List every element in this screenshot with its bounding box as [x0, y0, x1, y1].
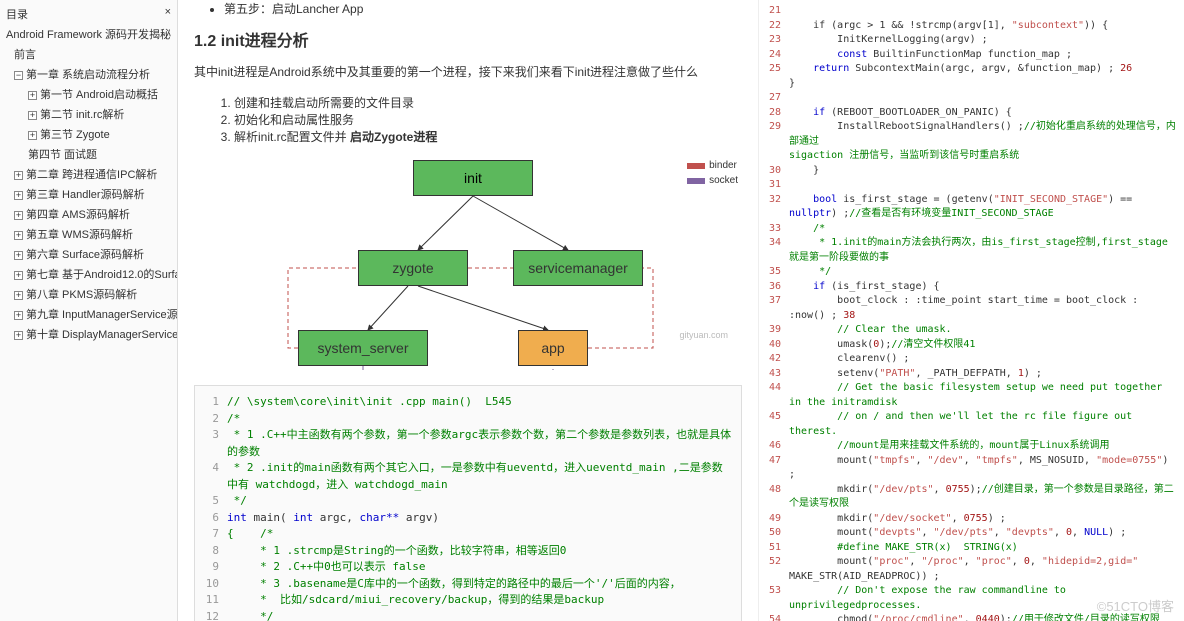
code-line: 40 umask(0);//清空文件权限41 [767, 338, 1176, 353]
diagram-node-init: init [413, 160, 533, 196]
toc-item[interactable]: +第六章 Surface源码解析 [6, 244, 175, 264]
code-line: 2/* [203, 411, 733, 428]
expand-icon[interactable]: + [14, 171, 23, 180]
toc-item[interactable]: +第五章 WMS源码解析 [6, 224, 175, 244]
bullet-step5: 第五步：启动Lancher App [224, 0, 742, 17]
expand-icon[interactable]: + [14, 251, 23, 260]
code-line: 11 * 比如/sdcard/miui_recovery/backup，得到的结… [203, 592, 733, 609]
toc-item[interactable]: −第一章 系统启动流程分析 [6, 64, 175, 84]
toc-item[interactable]: +第三节 Zygote [6, 124, 175, 144]
code-line: 39 // Clear the umask. [767, 323, 1176, 338]
code-line: 34 * 1.init的main方法会执行两次，由is_first_stage控… [767, 236, 1176, 265]
code-line: 48 mkdir("/dev/pts", 0755);//创建目录，第一个参数是… [767, 483, 1176, 512]
step-item: 解析init.rc配置文件并 启动Zygote进程 [234, 128, 742, 145]
code-line: 52 mount("proc", "/proc", "proc", 0, "hi… [767, 555, 1176, 570]
code-block-left: 1// \system\core\init\init .cpp main() L… [194, 385, 742, 621]
legend-item: binder [687, 160, 738, 171]
toc-item[interactable]: +第一节 Android启动概括 [6, 84, 175, 104]
diagram-legend: binder socket [687, 160, 738, 190]
toc-sidebar: 目录 × Android Framework 源码开发揭秘前言−第一章 系统启动… [0, 0, 178, 621]
toc-item[interactable]: +第八章 PKMS源码解析 [6, 284, 175, 304]
code-line: 36 if (is_first_stage) { [767, 280, 1176, 295]
code-line: 6int main( int argc, char** argv) [203, 510, 733, 527]
expand-icon[interactable]: + [14, 211, 23, 220]
code-line: 47 mount("tmpfs", "/dev", "tmpfs", MS_NO… [767, 454, 1176, 483]
code-line: 8 * 1 .strcmp是String的一个函数，比较字符串，相等返回0 [203, 543, 733, 560]
close-icon[interactable]: × [165, 6, 171, 22]
code-line: 37 boot_clock : :time_point start_time =… [767, 294, 1176, 323]
toc-item[interactable]: +第二节 init.rc解析 [6, 104, 175, 124]
code-line: 32 bool is_first_stage = (getenv("INIT_S… [767, 193, 1176, 222]
code-line: 27 [767, 91, 1176, 106]
steps-list: 创建和挂载启动所需要的文件目录初始化和启动属性服务解析init.rc配置文件并 … [194, 94, 742, 145]
toc-item[interactable]: +第十章 DisplayManagerService源码解析 [6, 324, 175, 344]
code-line: 31 [767, 178, 1176, 193]
intro-paragraph: 其中init进程是Android系统中及其重要的第一个进程，接下来我们来看下in… [194, 63, 742, 82]
diagram-node-systemserver: system_server [298, 330, 428, 366]
watermark: ©51CTO博客 [1097, 596, 1174, 615]
expand-icon[interactable]: + [14, 291, 23, 300]
code-line: 43 setenv("PATH", _PATH_DEFPATH, 1) ; [767, 367, 1176, 382]
toc-tree: Android Framework 源码开发揭秘前言−第一章 系统启动流程分析+… [2, 24, 175, 344]
code-line: 44 // Get the basic filesystem setup we … [767, 381, 1176, 410]
step-item: 创建和挂载启动所需要的文件目录 [234, 94, 742, 111]
code-line: 1// \system\core\init\init .cpp main() L… [203, 394, 733, 411]
code-line: 45 // on / and then we'll let the rc fil… [767, 410, 1176, 439]
code-line: 9 * 2 .C++中0也可以表示 false [203, 559, 733, 576]
code-line: 30 } [767, 164, 1176, 179]
code-line: 29 InstallRebootSignalHandlers() ;//初始化重… [767, 120, 1176, 149]
code-line: 5 */ [203, 493, 733, 510]
code-line: 10 * 3 .basename是C库中的一个函数，得到特定的路径中的最后一个'… [203, 576, 733, 593]
code-line: 25 return SubcontextMain(argc, argv, &fu… [767, 62, 1176, 91]
code-line: 49 mkdir("/dev/socket", 0755) ; [767, 512, 1176, 527]
code-line: 51 #define MAKE_STR(x) STRING(x) [767, 541, 1176, 556]
code-line: 42 clearenv() ; [767, 352, 1176, 367]
toc-item[interactable]: +第二章 跨进程通信IPC解析 [6, 164, 175, 184]
code-line: 4 * 2 .init的main函数有两个其它入口，一是参数中有ueventd，… [203, 460, 733, 493]
diagram-node-zygote: zygote [358, 250, 468, 286]
step-item: 初始化和启动属性服务 [234, 111, 742, 128]
expand-icon[interactable]: + [14, 271, 23, 280]
code-line: 12 */ [203, 609, 733, 621]
expand-icon[interactable]: + [28, 91, 37, 100]
code-line: 3 * 1 .C++中主函数有两个参数，第一个参数argc表示参数个数，第二个参… [203, 427, 733, 460]
toc-item[interactable]: 前言 [6, 44, 175, 64]
code-line: 22 if (argc > 1 && !strcmp(argv[1], "sub… [767, 19, 1176, 34]
code-line: 50 mount("devpts", "/dev/pts", "devpts",… [767, 526, 1176, 541]
code-line: 21 [767, 4, 1176, 19]
toc-item[interactable]: +第三章 Handler源码解析 [6, 184, 175, 204]
toc-item[interactable]: 第四节 面试题 [6, 144, 175, 164]
toc-item[interactable]: +第四章 AMS源码解析 [6, 204, 175, 224]
legend-item: socket [687, 175, 738, 186]
architecture-diagram: init zygote servicemanager system_server… [258, 160, 678, 370]
expand-icon[interactable]: + [14, 311, 23, 320]
section-heading: 1.2 init进程分析 [194, 27, 742, 51]
toc-item[interactable]: +第九章 InputManagerService源码解析 [6, 304, 175, 324]
content-pane: 第五步：启动Lancher App 1.2 init进程分析 其中init进程是… [178, 0, 758, 621]
code-line: MAKE_STR(AID_READPROC)) ; [767, 570, 1176, 585]
expand-icon[interactable]: + [14, 331, 23, 340]
expand-icon[interactable]: + [28, 111, 37, 120]
code-line: 33 /* [767, 222, 1176, 237]
code-line: 23 InitKernelLogging(argv) ; [767, 33, 1176, 48]
diagram-node-app: app [518, 330, 588, 366]
code-line: 35 */ [767, 265, 1176, 280]
diagram-credit: gityuan.com [679, 330, 728, 340]
toc-item[interactable]: +第七章 基于Android12.0的SurfaceFlinger源 [6, 264, 175, 284]
toc-item[interactable]: Android Framework 源码开发揭秘 [6, 24, 175, 44]
expand-icon[interactable]: − [14, 71, 23, 80]
expand-icon[interactable]: + [14, 231, 23, 240]
code-line: sigaction 注册信号，当监听到该信号时重启系统 [767, 149, 1176, 164]
code-line: 24 const BuiltinFunctionMap function_map… [767, 48, 1176, 63]
expand-icon[interactable]: + [14, 191, 23, 200]
expand-icon[interactable]: + [28, 131, 37, 140]
code-line: 28 if (REBOOT_BOOTLOADER_ON_PANIC) { [767, 106, 1176, 121]
diagram-node-servicemanager: servicemanager [513, 250, 643, 286]
code-line: 7{ /* [203, 526, 733, 543]
code-block-right: 2122 if (argc > 1 && !strcmp(argv[1], "s… [758, 0, 1184, 621]
toc-title: 目录 [6, 6, 28, 22]
code-line: 46 //mount是用来挂载文件系统的，mount属于Linux系统调用 [767, 439, 1176, 454]
